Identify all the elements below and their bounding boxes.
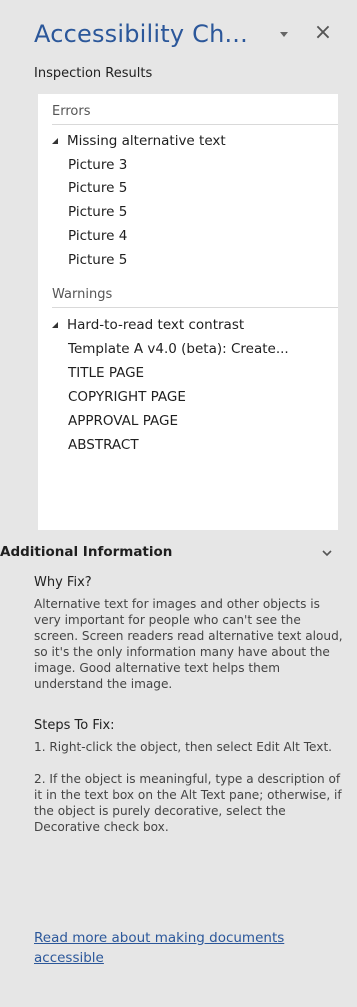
pane-options-button[interactable] [272,22,296,46]
issue-item[interactable]: Picture 5 [68,180,127,196]
step-2-text: 2. If the object is meaningful, type a d… [34,772,342,834]
additional-info-header[interactable]: Additional Information [0,544,357,566]
why-fix-heading: Why Fix? [34,575,92,590]
close-icon: × [313,19,333,45]
warnings-group-header: Warnings [52,287,113,302]
close-button[interactable]: × [310,19,336,45]
inspection-results-label: Inspection Results [34,66,153,81]
issue-item[interactable]: Picture 4 [68,228,127,244]
warnings-divider [52,307,338,308]
chevron-down-icon [322,549,332,556]
issue-item[interactable]: Picture 3 [68,157,127,173]
additional-info-title: Additional Information [0,544,173,560]
issue-title: Missing alternative text [67,133,226,149]
steps-to-fix-heading: Steps To Fix: [34,718,115,733]
inspection-results-list[interactable]: Errors Missing alternative text Picture … [38,94,338,530]
pane-header: Accessibility Ch... × [0,0,357,62]
expand-triangle-icon[interactable] [52,322,58,328]
issue-missing-alt-text[interactable]: Missing alternative text [52,133,226,149]
errors-divider [52,124,338,125]
why-fix-text: Alternative text for images and other ob… [34,597,343,691]
read-more-link[interactable]: Read more about making documents accessi… [34,928,334,968]
issue-item[interactable]: TITLE PAGE [68,365,144,381]
pane-title: Accessibility Ch... [34,20,248,48]
issue-hard-to-read-contrast[interactable]: Hard-to-read text contrast [52,317,244,333]
issue-item[interactable]: ABSTRACT [68,437,139,453]
chevron-down-icon [280,31,288,37]
issue-item[interactable]: COPYRIGHT PAGE [68,389,186,405]
step-1-text: 1. Right-click the object, then select E… [34,740,333,754]
issue-title: Hard-to-read text contrast [67,317,245,333]
issue-item[interactable]: APPROVAL PAGE [68,413,178,429]
issue-item[interactable]: Template A v4.0 (beta): Create... [68,341,289,357]
errors-group-header: Errors [52,104,91,119]
issue-item[interactable]: Picture 5 [68,204,127,220]
expand-triangle-icon[interactable] [52,138,58,144]
collapse-button[interactable] [318,544,336,562]
issue-item[interactable]: Picture 5 [68,252,127,268]
